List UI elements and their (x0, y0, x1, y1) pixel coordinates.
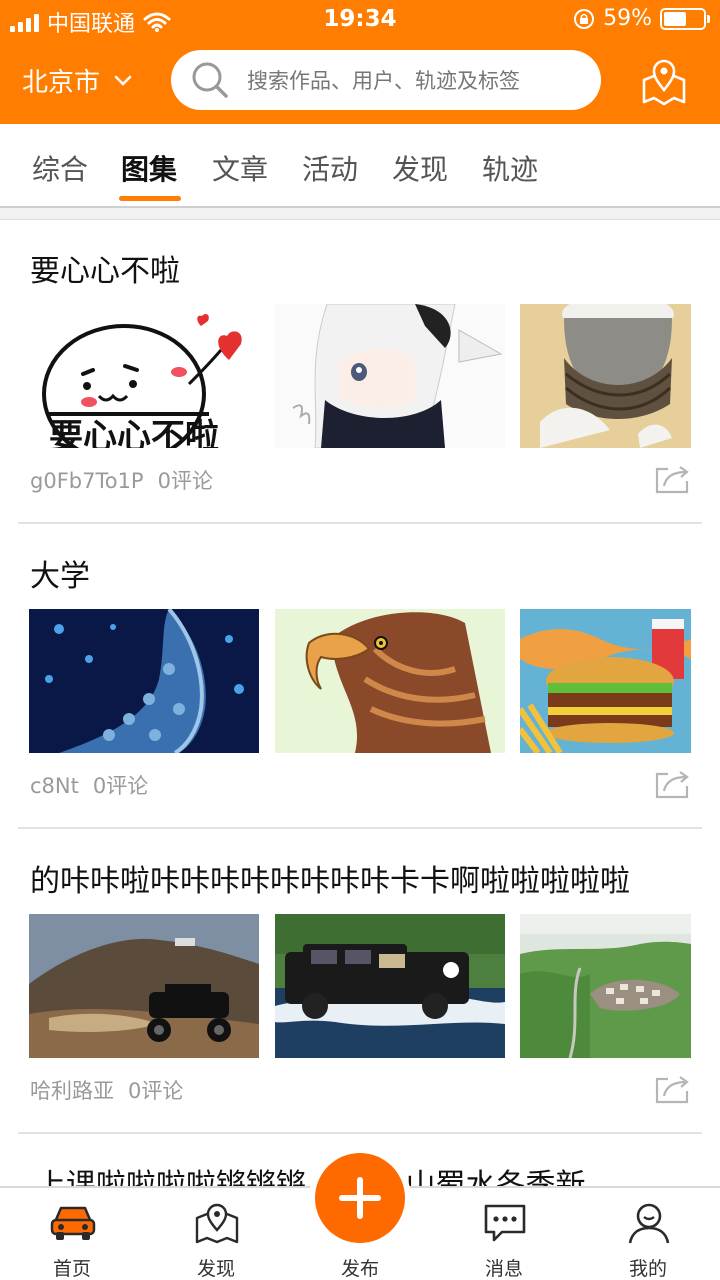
nav-discover[interactable]: 发现 (156, 1188, 276, 1280)
nav-profile[interactable]: 我的 (588, 1188, 708, 1280)
card-image[interactable] (275, 914, 505, 1058)
tab-articles[interactable]: 文章 (212, 148, 268, 188)
thumb-caption: 要心心不啦 (49, 418, 219, 448)
comment-count[interactable]: 0评论 (158, 469, 213, 493)
nav-label: 消息 (484, 1258, 523, 1280)
tab-comprehensive[interactable]: 综合 (32, 148, 88, 188)
app-header: 中国联通 19:34 59% 北京市 搜索作品、用户、轨迹及标签 (0, 0, 720, 124)
status-bar: 中国联通 19:34 59% (0, 0, 720, 40)
nav-label: 首页 (52, 1258, 91, 1280)
comment-count[interactable]: 0评论 (128, 1079, 183, 1103)
search-icon (192, 62, 228, 98)
card-image[interactable] (520, 914, 691, 1058)
card-meta: 哈利路亚 0评论 (30, 1075, 183, 1105)
tab-events[interactable]: 活动 (302, 148, 358, 188)
card-meta: g0Fb7To1P 0评论 (30, 465, 213, 495)
map-icon (195, 1203, 239, 1244)
card-title: 上课啦啦啦啦锵锵锵 我看巴山蜀水冬季新 (36, 1168, 586, 1186)
card-title: 大学 (30, 559, 90, 594)
card-title: 的咔咔啦咔咔咔咔咔咔咔咔卡卡啊啦啦啦啦啦 (30, 864, 630, 899)
share-icon[interactable] (654, 1074, 690, 1104)
city-label: 北京市 (22, 68, 101, 98)
active-tab-indicator (119, 196, 181, 201)
comment-count[interactable]: 0评论 (93, 774, 148, 798)
user-icon (628, 1203, 670, 1244)
nav-label: 我的 (628, 1258, 667, 1280)
nav-label: 发布 (340, 1258, 379, 1280)
section-divider (0, 208, 720, 220)
rotation-lock-icon (574, 8, 595, 29)
message-icon (484, 1204, 526, 1242)
author-name[interactable]: 哈利路亚 (30, 1079, 114, 1103)
battery-icon (660, 7, 710, 30)
card-image[interactable] (29, 609, 259, 753)
card-image[interactable] (275, 609, 505, 753)
card-image[interactable] (29, 914, 259, 1058)
share-icon[interactable] (654, 769, 690, 799)
gallery-card[interactable]: 的咔咔啦咔咔咔咔咔咔咔咔卡卡啊啦啦啦啦啦 哈利路亚 0评论 (0, 830, 720, 1134)
card-image[interactable]: 要心心不啦 (29, 304, 259, 448)
publish-plus-icon[interactable] (315, 1153, 405, 1243)
category-tabs: 综合 图集 文章 活动 发现 轨迹 (0, 124, 720, 208)
nav-messages[interactable]: 消息 (444, 1188, 564, 1280)
tab-discover[interactable]: 发现 (392, 148, 448, 188)
battery-percent: 59% (603, 6, 652, 31)
gallery-card[interactable]: 要心心不啦 要心心不啦 g0Fb7To1P 0评论 (0, 220, 720, 524)
car-icon (50, 1206, 96, 1240)
city-selector[interactable]: 北京市 (22, 62, 132, 99)
share-icon[interactable] (654, 464, 690, 494)
author-name[interactable]: g0Fb7To1P (30, 469, 144, 493)
gallery-card[interactable]: 大学 c8Nt 0评论 (0, 525, 720, 829)
card-image[interactable] (520, 609, 691, 753)
map-pin-icon[interactable] (638, 56, 690, 108)
card-title: 要心心不啦 (30, 254, 180, 289)
card-divider (18, 827, 702, 829)
card-image[interactable] (275, 304, 505, 448)
search-placeholder: 搜索作品、用户、轨迹及标签 (247, 69, 520, 93)
author-name[interactable]: c8Nt (30, 774, 79, 798)
card-image[interactable] (520, 304, 691, 448)
tab-tracks[interactable]: 轨迹 (482, 148, 538, 188)
nav-label: 发现 (196, 1258, 235, 1280)
card-divider (18, 1132, 702, 1134)
search-input[interactable]: 搜索作品、用户、轨迹及标签 (171, 50, 601, 110)
nav-home[interactable]: 首页 (12, 1188, 132, 1280)
chevron-down-icon (114, 75, 132, 86)
tab-gallery[interactable]: 图集 (121, 148, 177, 188)
card-divider (18, 522, 702, 524)
card-meta: c8Nt 0评论 (30, 770, 148, 800)
